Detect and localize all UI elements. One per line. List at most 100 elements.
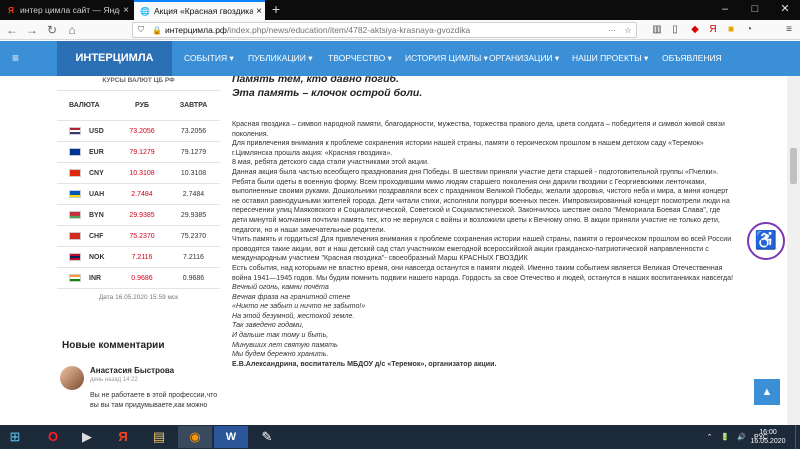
pocket-icon[interactable]: ◆ — [688, 23, 702, 37]
poem-line: На этой безумной, жестокой земле. — [232, 311, 355, 320]
sidebar: КУРСЫ ВАЛЮТ ЦБ РФ ВАЛЮТА РУБ ЗАВТРА USD 7… — [57, 76, 220, 425]
poem-line: «Никто не забыт и ничто не забыто!» — [232, 302, 366, 311]
shield-icon[interactable]: ⛉ — [136, 25, 146, 35]
accessibility-icon[interactable]: ♿ — [747, 222, 785, 260]
article-paragraph: Есть события, над которыми не властно вр… — [232, 263, 734, 282]
nav-organizations[interactable]: ОРГАНИЗАЦИИ ▾ — [489, 41, 559, 76]
tray-expand-icon[interactable]: ⌃ — [707, 433, 713, 441]
file-explorer-icon[interactable]: ▤ — [142, 426, 176, 448]
library-icon[interactable]: ▥ — [650, 23, 664, 37]
extension-icon[interactable]: ■ — [724, 23, 738, 37]
currency-cell: EUR — [57, 148, 117, 156]
forward-button[interactable]: → — [24, 22, 40, 38]
flag-icon — [69, 253, 81, 261]
clock[interactable]: 16:00 16.05.2020 — [744, 428, 792, 446]
currency-code: CNY — [89, 169, 104, 177]
url-bar[interactable]: ⛉ 🔒 интерцимла.рф /index.php/news/educat… — [132, 22, 637, 38]
back-button[interactable]: ← — [4, 22, 20, 38]
rate-rub: 7.2116 — [131, 253, 153, 261]
rate-rub: 79.1279 — [129, 148, 155, 156]
rate-row: CNY 10.3108 10.3108 — [57, 163, 220, 184]
currency-cell: UAH — [57, 190, 117, 198]
currency-code: INR — [89, 274, 102, 282]
word-icon[interactable]: W — [214, 426, 248, 448]
rate-tomorrow: 79.1279 — [180, 148, 207, 156]
tab-title: Акция «Красная гвоздика» — [154, 6, 253, 16]
new-tab-button[interactable]: + — [268, 0, 284, 20]
scroll-to-top-button[interactable]: ▲ — [754, 379, 780, 405]
tab-title: интер цимла сайт — Яндекс: наш... — [20, 5, 120, 15]
nav-events[interactable]: СОБЫТИЯ ▾ — [184, 41, 234, 76]
hamburger-menu-icon[interactable]: ≡ — [782, 23, 796, 37]
minimize-button[interactable]: – — [710, 0, 740, 20]
firefox-icon[interactable]: ◉ — [178, 426, 212, 448]
reload-button[interactable]: ↻ — [44, 22, 60, 38]
tab-yandex[interactable]: Я интер цимла сайт — Яндекс: наш... × — [0, 0, 132, 20]
rates-header: ВАЛЮТА РУБ ЗАВТРА — [57, 91, 220, 121]
poem-line: Мы будем бережно хранить. — [232, 350, 329, 359]
bookmark-star-icon[interactable]: ☆ — [623, 26, 633, 35]
yandex-icon: Я — [8, 5, 14, 15]
poem-head-line: Эта память – клочок острой боли. — [232, 87, 423, 99]
rate-rub: 73.2056 — [129, 127, 155, 135]
article-paragraph: Красная гвоздика – символ народной памят… — [232, 120, 725, 138]
menu-icon[interactable]: ≡ — [12, 51, 19, 65]
poem-line: Вечный огонь, камни почёта — [232, 283, 329, 292]
currency-code: CHF — [89, 232, 104, 240]
yandex-ext-icon[interactable]: Я — [706, 23, 720, 37]
site-brand[interactable]: ИНТЕРЦИМЛА — [57, 41, 172, 76]
close-tab-icon[interactable]: × — [253, 6, 265, 17]
opera-icon[interactable]: O — [36, 426, 70, 448]
rate-row: USD 73.2056 73.2056 — [57, 121, 220, 142]
scrollbar-thumb[interactable] — [790, 148, 797, 184]
rate-rub: 29.9385 — [129, 211, 155, 219]
article-signature: Е.В.Александрина, воспитатель МБДОУ д/с … — [232, 359, 497, 368]
flag-icon — [69, 190, 81, 198]
tab-active-article[interactable]: 🌐 Акция «Красная гвоздика» × — [134, 0, 265, 20]
browser-nav-bar: ← → ↻ ⌂ ⛉ 🔒 интерцимла.рф /index.php/new… — [0, 20, 800, 40]
home-button[interactable]: ⌂ — [64, 22, 80, 38]
show-desktop-button[interactable] — [795, 425, 800, 449]
page-actions-icon[interactable]: ··· — [607, 26, 617, 35]
rate-rub: 10.3108 — [129, 169, 155, 177]
nav-publications[interactable]: ПУБЛИКАЦИИ ▾ — [248, 41, 313, 76]
close-window-button[interactable]: ✕ — [770, 0, 800, 20]
media-player-icon[interactable]: ▶ — [70, 426, 104, 448]
close-tab-icon[interactable]: × — [120, 5, 132, 16]
poem-line: Минувших лет святую память — [232, 340, 338, 349]
rate-rub: 2.7484 — [131, 190, 153, 198]
currency-cell: NOK — [57, 253, 117, 261]
header-rub: РУБ — [135, 102, 149, 109]
lock-icon[interactable]: 🔒 — [152, 26, 162, 35]
start-button[interactable]: ⊞ — [0, 425, 30, 449]
avatar[interactable] — [60, 366, 84, 390]
comments-title: Новые комментарии — [62, 340, 165, 351]
rate-row: INR 0.9686 0.9686 — [57, 268, 220, 289]
url-host: интерцимла.рф — [165, 25, 227, 35]
nav-announcements[interactable]: ОБЪЯВЛЕНИЯ — [662, 41, 722, 76]
page-scrollbar[interactable] — [787, 76, 800, 425]
sidebar-icon[interactable]: ▯ — [668, 23, 682, 37]
maximize-button[interactable]: □ — [740, 0, 770, 20]
nav-projects[interactable]: НАШИ ПРОЕКТЫ ▾ — [572, 41, 648, 76]
flag-icon — [69, 127, 81, 135]
yandex-browser-icon[interactable]: Я — [106, 426, 140, 448]
currency-cell: CHF — [57, 232, 117, 240]
nav-history[interactable]: ИСТОРИЯ ЦИМЛЫ ▾ — [405, 41, 488, 76]
currency-cell: USD — [57, 127, 117, 135]
battery-icon[interactable]: 🔋 — [721, 433, 730, 441]
article-poem-head: Память тем, кто давно погиб. Эта память … — [232, 76, 737, 100]
clock-date: 16.05.2020 — [750, 438, 786, 445]
comment-author[interactable]: Анастасия Быстрова — [90, 366, 174, 375]
paint-icon[interactable]: ✎ — [250, 426, 284, 448]
nav-creativity[interactable]: ТВОРЧЕСТВО ▾ — [328, 41, 392, 76]
clock-time: 16:00 — [759, 429, 777, 436]
browser-tab-bar: Я интер цимла сайт — Яндекс: наш... × 🌐 … — [0, 0, 800, 20]
account-icon[interactable]: ◔ — [742, 23, 756, 37]
comment-text[interactable]: Вы не работаете в этой профессии,что вы … — [90, 391, 220, 411]
article-body: Красная гвоздика – символ народной памят… — [232, 120, 737, 369]
article-content: Память тем, кто давно погиб. Эта память … — [232, 76, 737, 425]
rate-row: EUR 79.1279 79.1279 — [57, 142, 220, 163]
currency-code: UAH — [89, 190, 105, 198]
poem-line: Вечная фраза на гранитной стене — [232, 292, 351, 301]
